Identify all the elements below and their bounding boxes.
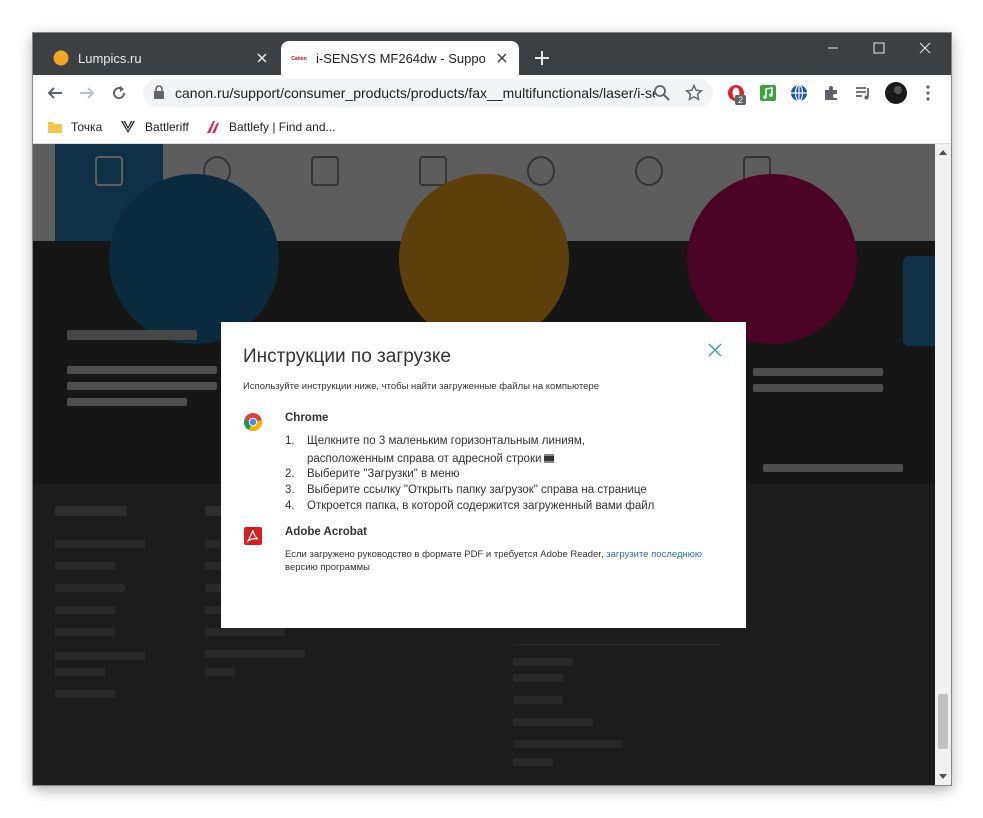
arrow-right-icon (80, 87, 95, 99)
modal-title: Инструкции по загрузке (243, 346, 451, 367)
music-extension-icon[interactable] (759, 84, 777, 102)
step-item: 3. Выберите ссылку "Открыть папку загрузо… (285, 484, 647, 496)
bookmark-tochka[interactable]: Точка (47, 118, 102, 136)
download-latest-link[interactable]: загрузите последнюю (606, 549, 702, 560)
extension-badge: 2 (735, 95, 747, 105)
media-control-icon[interactable] (854, 84, 872, 102)
tab-strip: Lumpics.ru Canon i-SENSYS MF264dw - Supp… (33, 33, 951, 75)
profile-avatar[interactable] (884, 81, 908, 105)
bookmarks-bar: Точка Battleriff Battlefy | Find and... (33, 111, 951, 144)
bookmark-label: Battleriff (145, 120, 189, 134)
extensions-puzzle-icon[interactable] (822, 84, 840, 102)
bookmark-label: Battlefy | Find and... (229, 120, 336, 134)
modal-subtitle: Используйте инструкции ниже, чтобы найти… (243, 381, 599, 392)
canon-logo-icon: Canon (291, 56, 307, 62)
close-icon[interactable] (707, 342, 723, 358)
reload-icon (113, 86, 126, 100)
reload-button[interactable] (105, 79, 133, 107)
new-tab-button[interactable] (531, 47, 553, 69)
page-scrollbar[interactable] (935, 144, 951, 785)
tab-title: i-SENSYS MF264dw - Support - Download dr… (316, 50, 485, 66)
step-item: 4. Откроется папка, в которой содержится … (285, 500, 655, 512)
arrow-left-icon (47, 87, 62, 99)
svg-text:Canon: Canon (291, 56, 307, 62)
adobe-acrobat-icon (244, 527, 262, 545)
tab-canon-support[interactable]: Canon i-SENSYS MF264dw - Support - Downl… (281, 41, 519, 75)
bookmark-battleriff[interactable]: Battleriff (119, 118, 189, 136)
tab-lumpics[interactable]: Lumpics.ru (43, 41, 279, 75)
browser-toolbar: canon.ru/support/consumer_products/produ… (33, 75, 951, 111)
hamburger-menu-icon (544, 454, 555, 463)
vpn-extension-icon[interactable] (790, 84, 808, 102)
chrome-label: Chrome (285, 412, 329, 424)
step-item: 1. Щелкните по 3 маленьким горизонтальным… (285, 435, 585, 447)
acrobat-label: Adobe Acrobat (285, 526, 367, 538)
bookmark-star-icon[interactable] (685, 84, 703, 102)
browser-window: Lumpics.ru Canon i-SENSYS MF264dw - Supp… (33, 33, 951, 785)
minimize-icon (828, 47, 838, 49)
more-menu-icon[interactable] (919, 84, 937, 102)
chrome-steps: 1. Щелкните по 3 маленьким горизонтальным… (285, 434, 654, 514)
close-tab-icon[interactable] (493, 49, 511, 67)
step-item: 2. Выберите "Загрузки" в меню (285, 468, 460, 480)
folder-icon (47, 120, 63, 134)
plus-icon (535, 51, 549, 65)
bookmark-battlefy[interactable]: Battlefy | Find and... (205, 118, 336, 136)
battlefy-icon (205, 119, 221, 135)
orange-circle-icon (53, 50, 69, 66)
battleriff-icon (119, 119, 137, 135)
bookmark-label: Точка (71, 120, 103, 134)
scroll-up-arrow[interactable] (939, 150, 947, 155)
forward-button[interactable] (73, 79, 101, 107)
maximize-button[interactable] (856, 33, 902, 63)
lock-icon (154, 85, 164, 99)
close-icon (919, 42, 931, 54)
minimize-button[interactable] (810, 33, 856, 63)
address-bar[interactable]: canon.ru/support/consumer_products/produ… (143, 79, 713, 107)
scroll-down-arrow[interactable] (939, 774, 947, 779)
back-button[interactable] (41, 79, 69, 107)
acrobat-description: Если загружено руководство в формате PDF… (285, 549, 702, 573)
close-window-button[interactable] (902, 33, 948, 63)
zoom-icon[interactable] (653, 84, 671, 102)
step-item: расположенным справа от адресной строки (285, 452, 654, 467)
chrome-icon (243, 413, 263, 432)
close-tab-icon[interactable] (253, 49, 271, 67)
scrollbar-thumb[interactable] (938, 694, 948, 749)
maximize-icon (873, 42, 885, 54)
download-instructions-modal: Инструкции по загрузке Используйте инстр… (221, 322, 746, 628)
tab-title: Lumpics.ru (78, 50, 142, 66)
page-viewport: Инструкции по загрузке Используйте инстр… (33, 144, 935, 785)
url-text: canon.ru/support/consumer_products/produ… (175, 85, 655, 101)
